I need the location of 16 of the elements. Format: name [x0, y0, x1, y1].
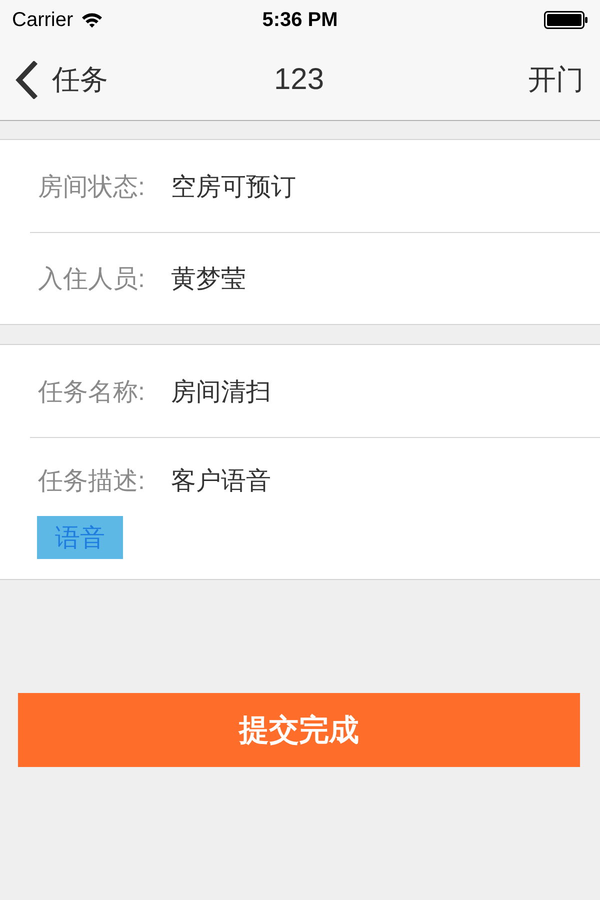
open-door-button[interactable]: 开门	[528, 61, 584, 99]
carrier-name: Carrier	[12, 8, 74, 32]
field-label: 房间状态:	[38, 172, 145, 202]
field-value: 黄梦莹	[170, 264, 246, 295]
wifi-icon	[81, 12, 104, 28]
field-value: 房间清扫	[170, 376, 271, 408]
nav-title: 123	[274, 63, 324, 97]
field-value: 空房可预订	[170, 172, 296, 202]
back-button[interactable]: 任务	[14, 61, 108, 99]
field-label: 任务描述:	[38, 466, 145, 497]
status-time: 5:36 PM	[262, 8, 338, 32]
field-label: 任务名称:	[38, 376, 145, 408]
field-value: 客户语音	[170, 466, 271, 497]
battery-icon	[544, 11, 588, 29]
field-label: 入住人员:	[38, 264, 145, 295]
chevron-left-icon	[14, 61, 38, 99]
